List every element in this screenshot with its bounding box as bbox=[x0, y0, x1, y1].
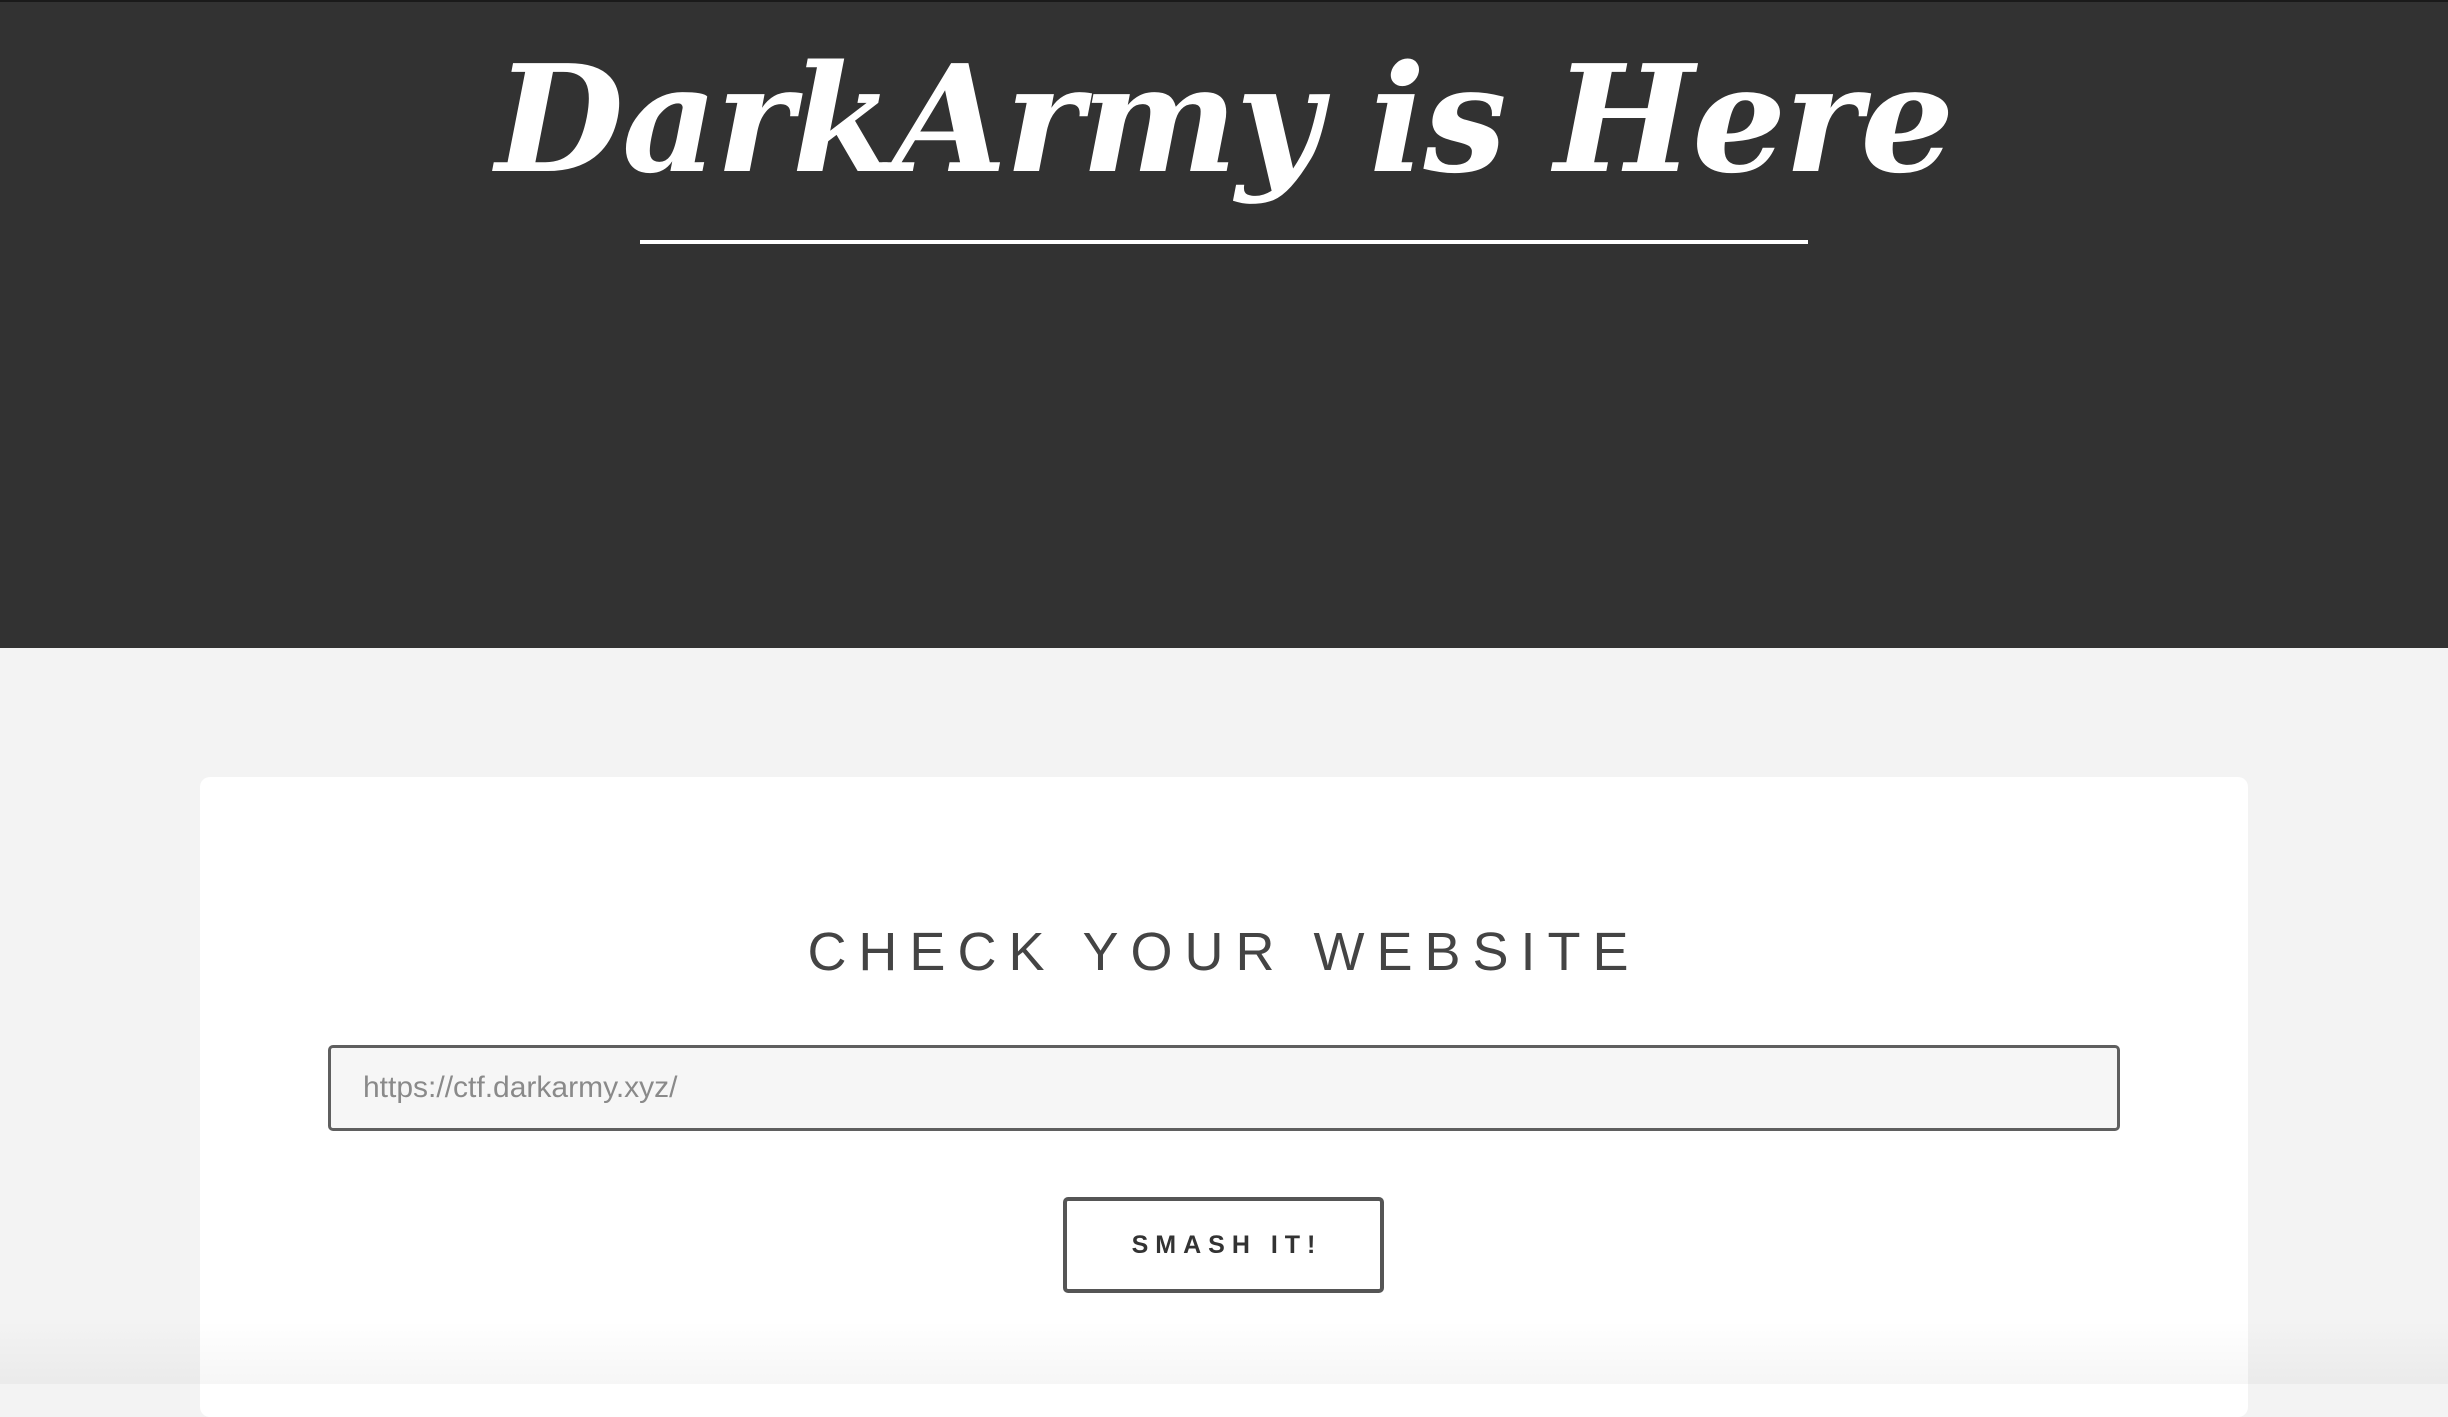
section-title: CHECK YOUR WEBSITE bbox=[807, 922, 1641, 982]
url-input[interactable] bbox=[328, 1045, 2120, 1131]
check-website-card: CHECK YOUR WEBSITE SMASH IT! bbox=[200, 777, 2248, 1417]
smash-it-button[interactable]: SMASH IT! bbox=[1063, 1197, 1384, 1293]
hero-banner: DarkArmy is Here bbox=[0, 0, 2448, 648]
title-underline-divider bbox=[640, 240, 1808, 244]
site-title: DarkArmy is Here bbox=[495, 32, 1955, 206]
